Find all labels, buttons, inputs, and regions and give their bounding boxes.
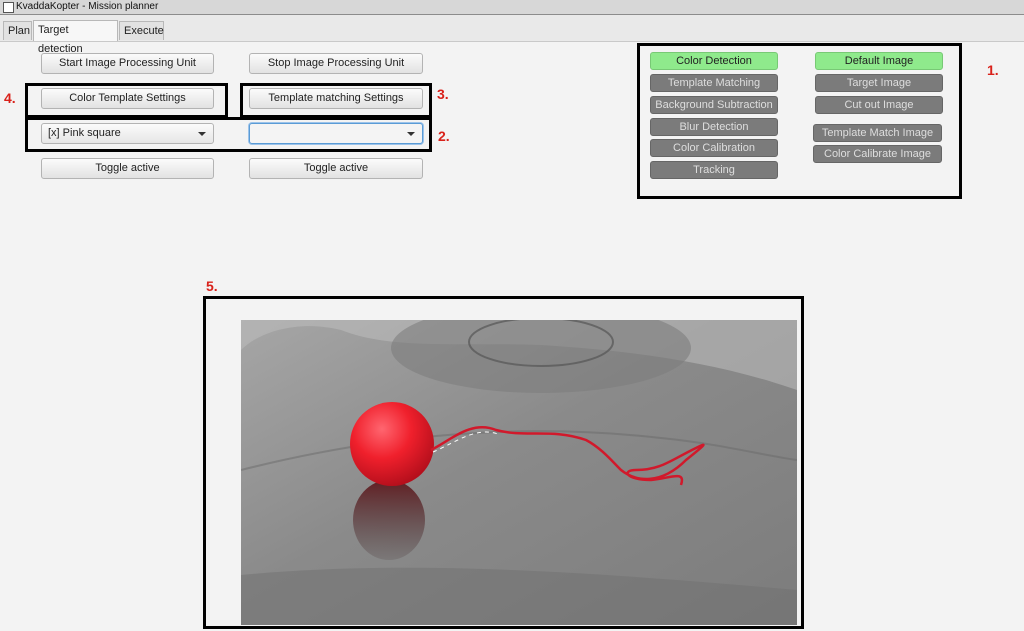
stop-image-processing-button[interactable]: Stop Image Processing Unit [249,53,423,74]
annotation-number-3: 3. [437,86,449,102]
annotation-number-4: 4. [4,90,16,106]
annotation-number-1: 1. [987,62,999,78]
title-bar: KvaddaKopter - Mission planner [0,0,1024,15]
tab-plan[interactable]: Plan [3,21,32,40]
toggle-active-right-button[interactable]: Toggle active [249,158,423,179]
tab-execute[interactable]: Execute [119,21,164,40]
toggle-active-left-button[interactable]: Toggle active [41,158,214,179]
tab-bar: Plan Target detection Execute [0,15,1024,55]
app-icon [3,2,14,13]
color-template-highlight [25,83,228,118]
mode-buttons-highlight [637,43,962,199]
window-title: KvaddaKopter - Mission planner [16,1,159,12]
selects-highlight [25,117,432,152]
template-matching-highlight [240,83,432,118]
annotation-number-5: 5. [206,278,218,294]
tab-target-detection[interactable]: Target detection [33,20,118,55]
image-highlight [203,296,804,629]
start-image-processing-button[interactable]: Start Image Processing Unit [41,53,214,74]
annotation-number-2: 2. [438,128,450,144]
